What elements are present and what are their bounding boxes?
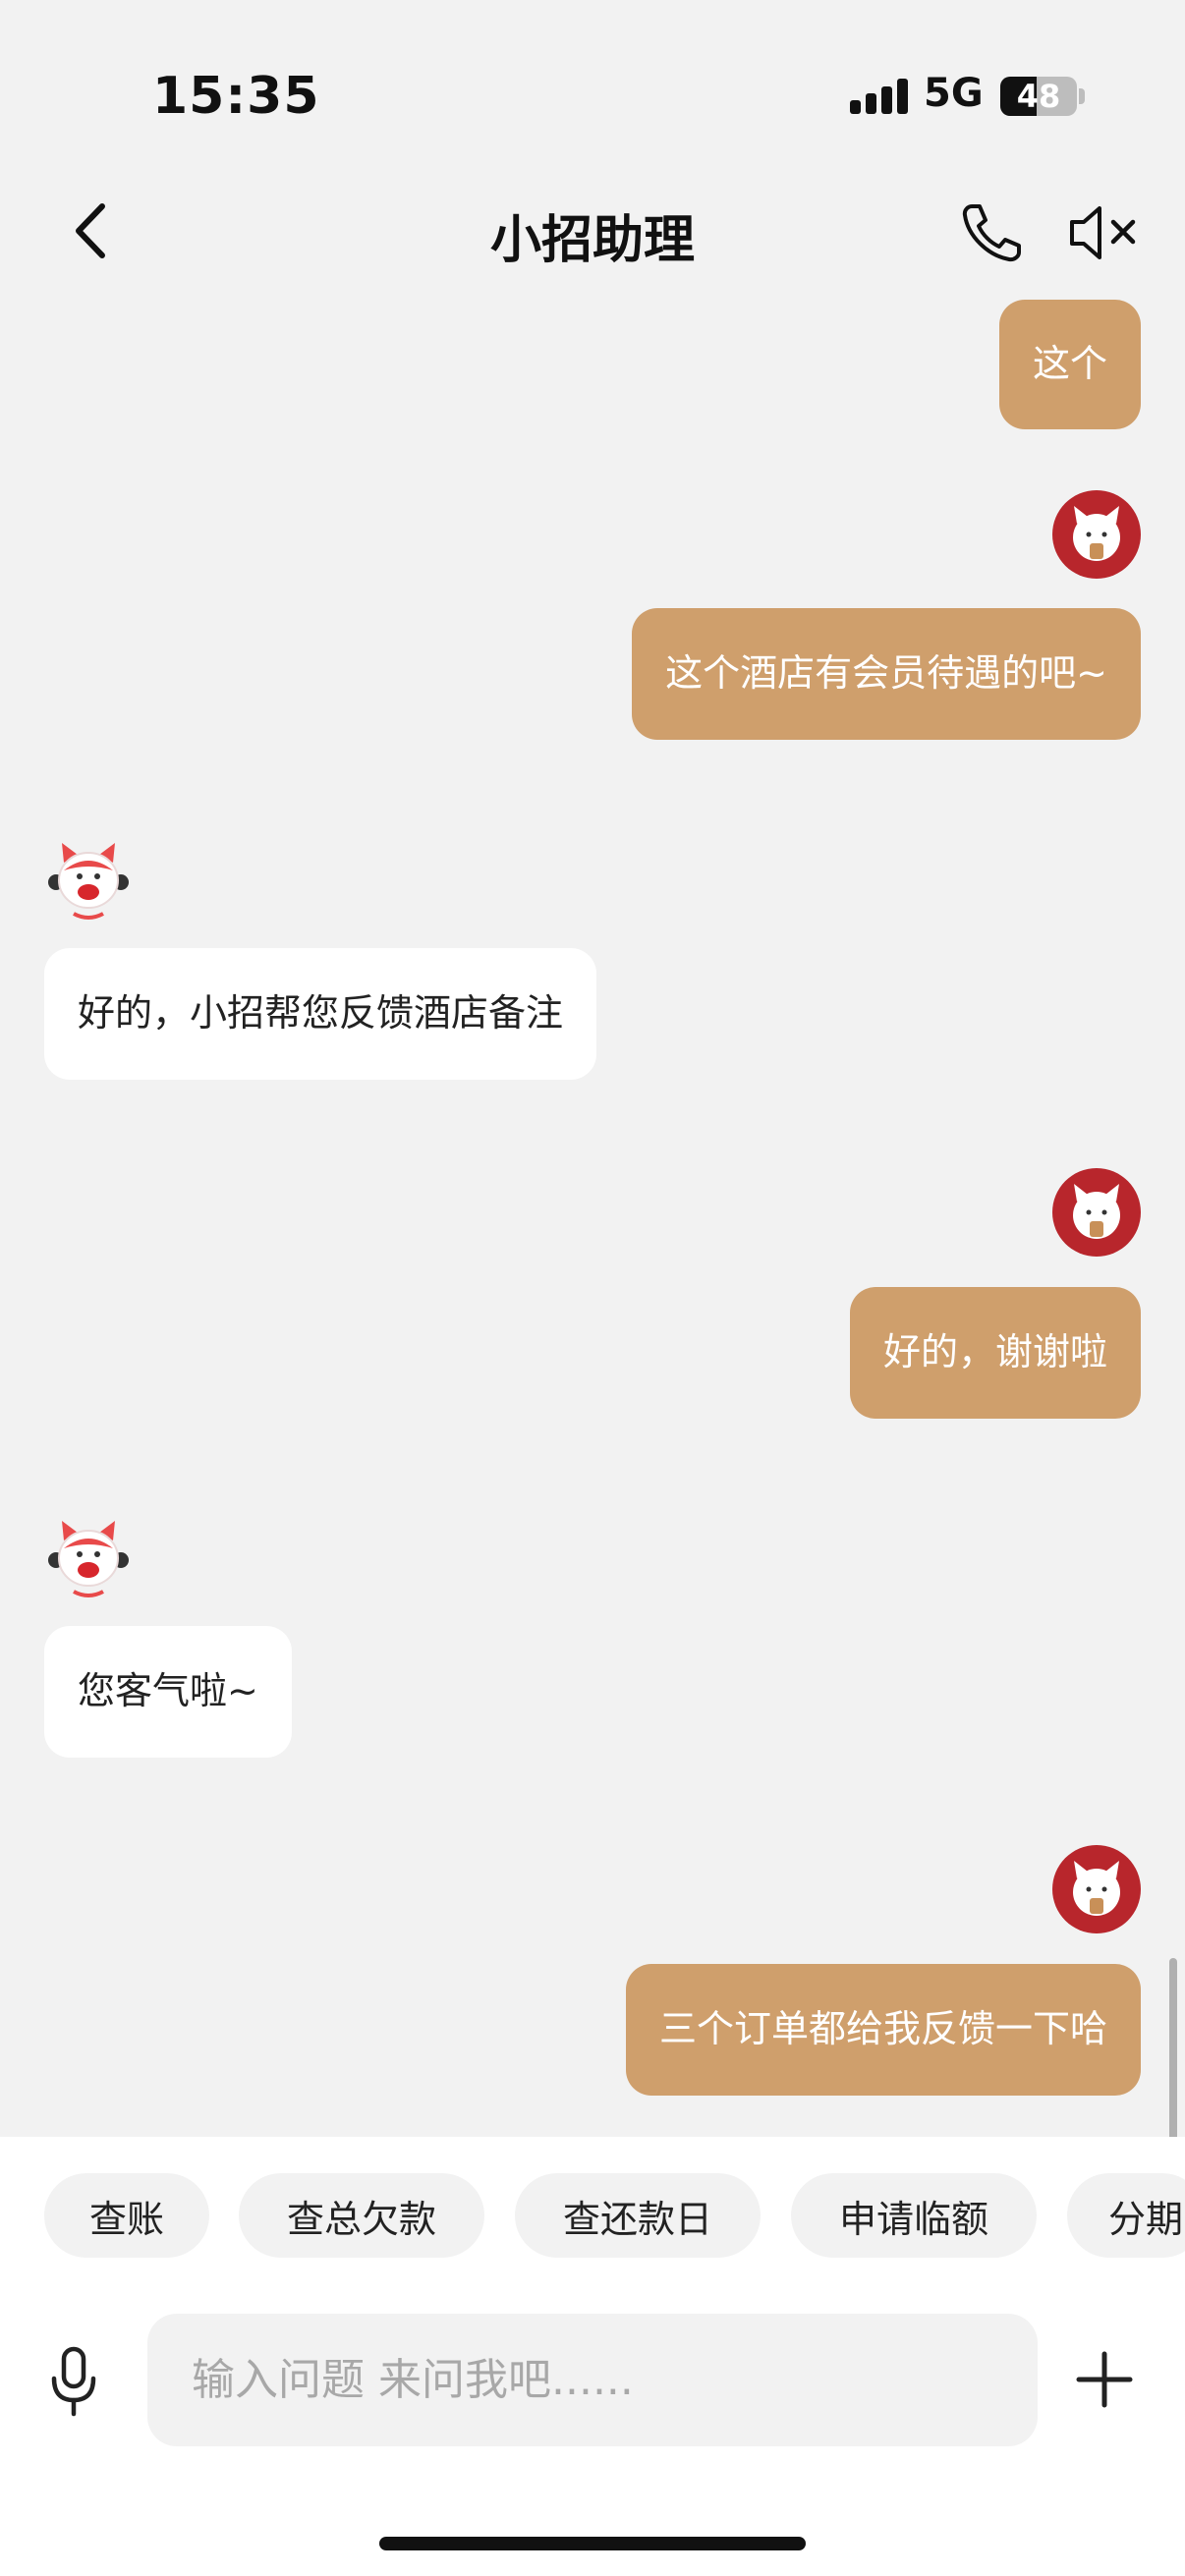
- speaker-mute-icon: [1070, 206, 1136, 259]
- battery-level: 48: [1016, 78, 1061, 115]
- quick-action-chip[interactable]: 申请临额: [791, 2173, 1037, 2258]
- chevron-left-icon: [76, 203, 105, 258]
- cat-avatar-icon: [1073, 1861, 1120, 1916]
- home-indicator[interactable]: [379, 2537, 806, 2550]
- cat-mascot-icon: [48, 1521, 129, 1597]
- signal-icon: [850, 79, 909, 114]
- cat-mascot-icon: [48, 843, 129, 920]
- battery-tip: [1079, 88, 1085, 104]
- user-avatar: [1052, 1168, 1141, 1257]
- quick-action-chip[interactable]: 查总欠款: [239, 2173, 484, 2258]
- phone-icon: [962, 204, 1021, 262]
- battery-icon: 48: [1000, 77, 1077, 116]
- message-bubble-user[interactable]: 三个订单都给我反馈一下哈: [625, 1964, 1141, 2096]
- network-type: 5G: [924, 71, 984, 116]
- cat-avatar-icon: [1073, 1184, 1120, 1239]
- call-button[interactable]: [958, 198, 1027, 267]
- add-button[interactable]: [1073, 2348, 1136, 2411]
- quick-actions: 查账 查总欠款 查还款日 申请临额 分期: [0, 2173, 1185, 2258]
- user-avatar: [1052, 490, 1141, 579]
- assistant-avatar: [44, 833, 133, 922]
- message-bubble-user[interactable]: 好的，谢谢啦: [849, 1287, 1141, 1419]
- assistant-avatar: [44, 1511, 133, 1599]
- message-bubble-user[interactable]: 这个: [998, 300, 1141, 429]
- message-bubble-assistant[interactable]: 您客气啦~: [44, 1626, 292, 1758]
- quick-action-chip[interactable]: 分期: [1067, 2173, 1185, 2258]
- message-bubble-user[interactable]: 这个酒店有会员待遇的吧~: [632, 608, 1141, 740]
- scrollbar[interactable]: [1169, 1958, 1177, 2137]
- message-input[interactable]: [147, 2314, 1038, 2446]
- microphone-icon: [51, 2346, 96, 2417]
- message-bubble-assistant[interactable]: 好的，小招帮您反馈酒店备注: [44, 948, 597, 1080]
- nav-bar: 小招助理: [0, 177, 1185, 300]
- quick-action-chip[interactable]: 查还款日: [515, 2173, 761, 2258]
- chat-area[interactable]: 这个 这个酒店有会员待遇的吧~ 好的，小招帮您反馈酒店备注 好的，谢谢啦 您客气…: [0, 300, 1185, 2137]
- back-button[interactable]: [59, 196, 128, 265]
- bottom-panel: 查账 查总欠款 查还款日 申请临额 分期: [0, 2137, 1185, 2576]
- quick-action-chip[interactable]: 查账: [44, 2173, 209, 2258]
- input-row: [0, 2314, 1185, 2451]
- user-avatar: [1052, 1845, 1141, 1933]
- voice-button[interactable]: [44, 2343, 103, 2422]
- mute-button[interactable]: [1066, 198, 1145, 267]
- status-bar: 15:35 5G 48: [0, 0, 1185, 177]
- cat-avatar-icon: [1073, 506, 1120, 561]
- plus-icon: [1076, 2351, 1133, 2408]
- status-time: 15:35: [152, 67, 320, 126]
